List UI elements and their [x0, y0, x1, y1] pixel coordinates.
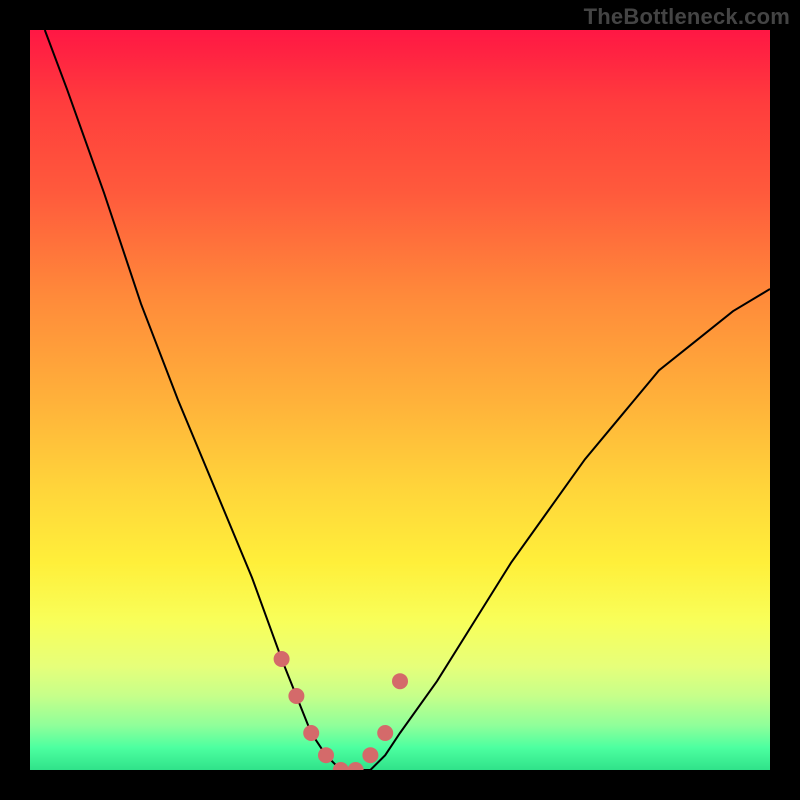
bottleneck-curve [45, 30, 770, 770]
curve-svg [30, 30, 770, 770]
trough-marker-dot [362, 747, 378, 763]
watermark-text: TheBottleneck.com [584, 4, 790, 30]
trough-marker-dot [274, 651, 290, 667]
trough-marker-dot [288, 688, 304, 704]
trough-marker-dot [392, 673, 408, 689]
plot-area [30, 30, 770, 770]
trough-marker-dot [348, 762, 364, 770]
chart-frame: TheBottleneck.com [0, 0, 800, 800]
trough-marker-dot [318, 747, 334, 763]
trough-marker-dot [303, 725, 319, 741]
trough-marker-dot [377, 725, 393, 741]
